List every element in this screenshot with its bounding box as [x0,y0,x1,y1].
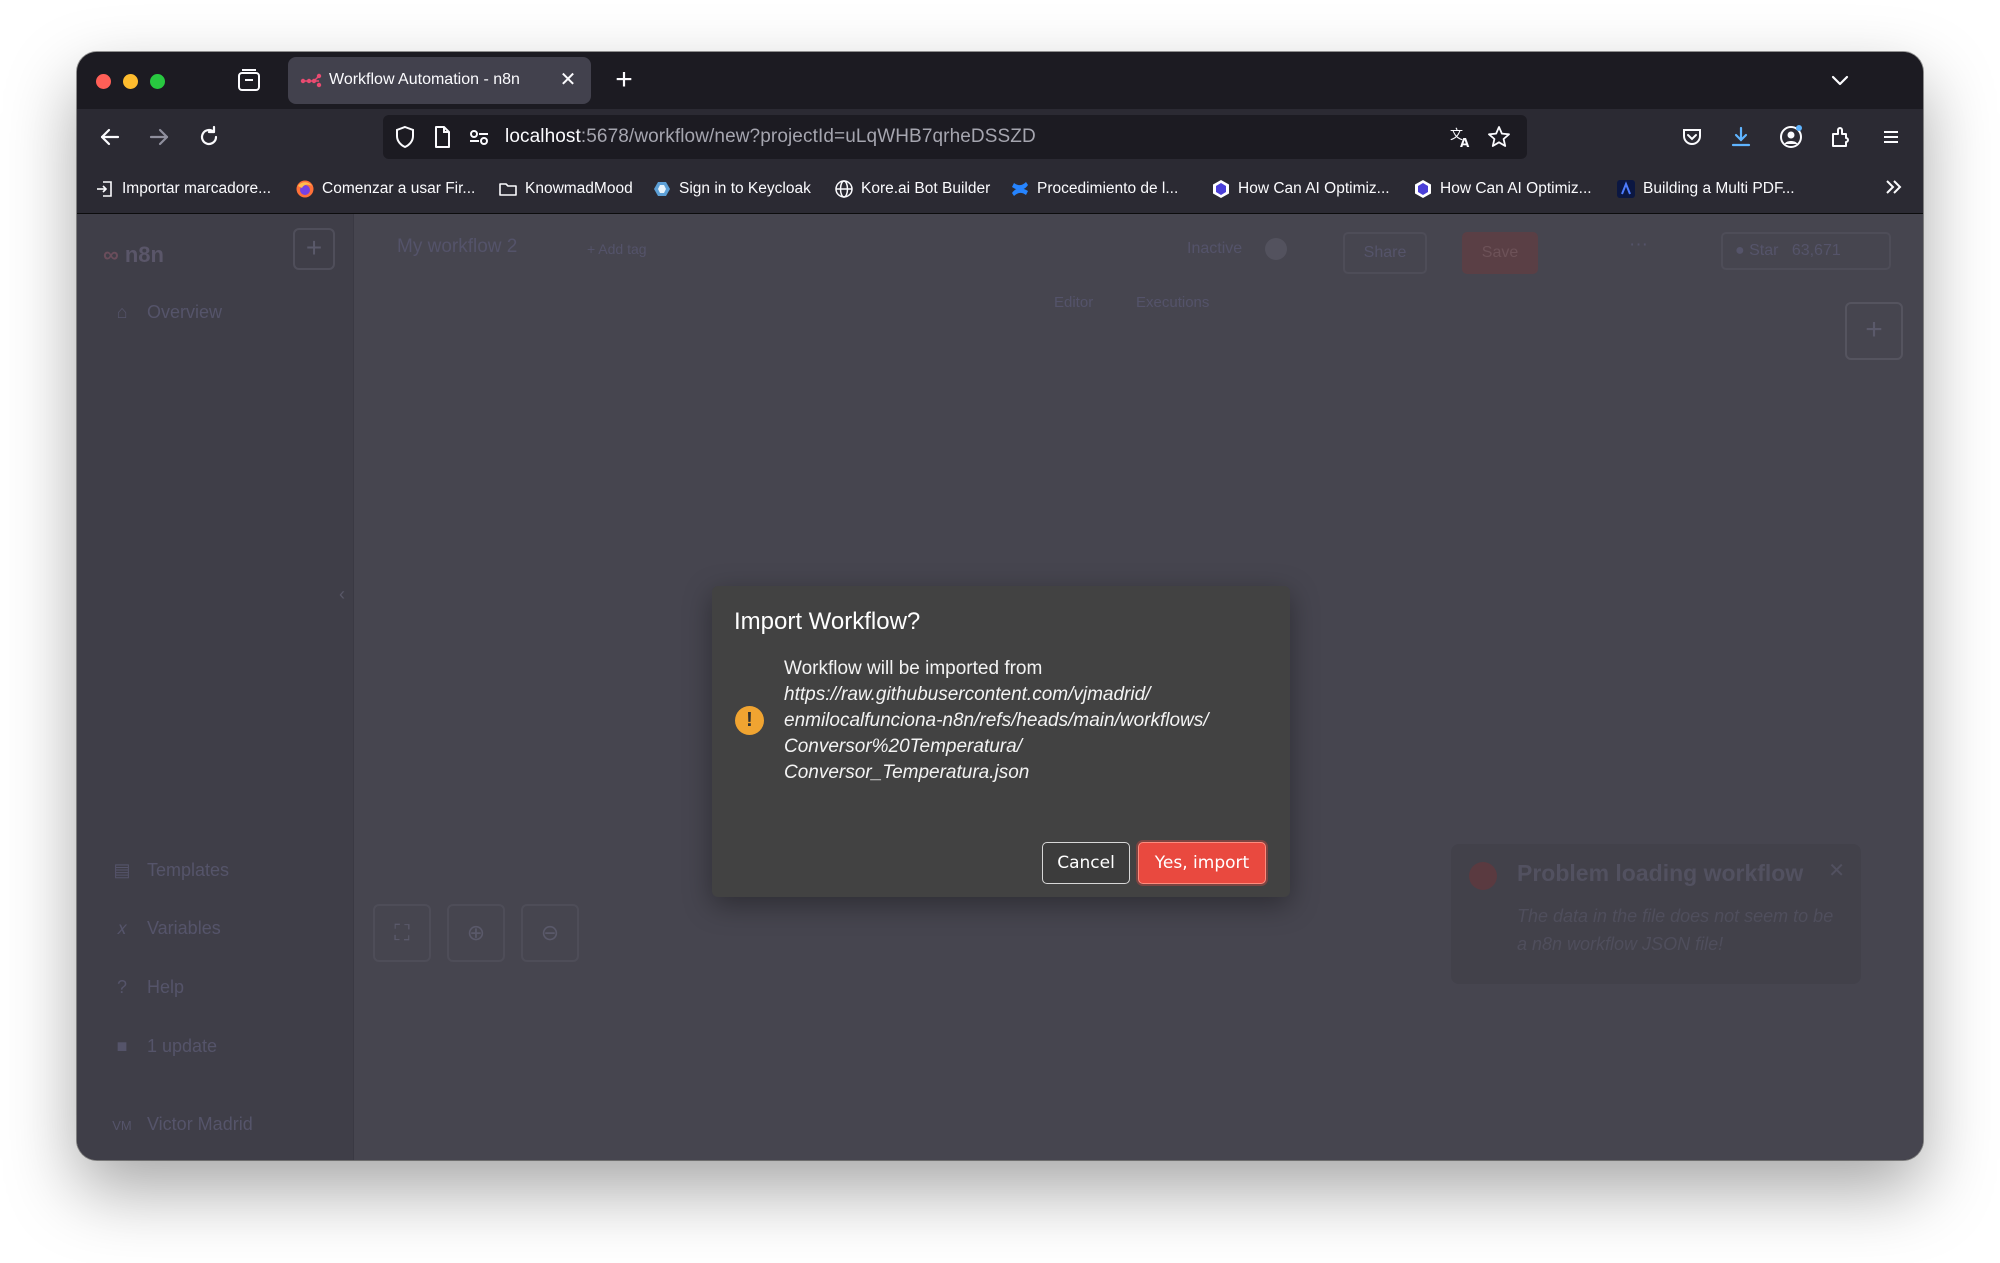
browser-window: Workflow Automation - n8n ✕ + localhost:… [77,52,1923,1160]
warning-icon: ! [735,706,764,735]
close-tab-icon[interactable]: ✕ [555,67,581,93]
dialog-intro: Workflow will be imported from [784,658,1043,679]
import-url-line: Conversor%20Temperatura/ [784,736,1022,757]
site-badge-icon [1413,179,1433,199]
bookmark-label: Sign in to Keycloak [679,180,811,197]
list-all-tabs-icon[interactable] [1825,66,1855,96]
new-tab-button[interactable]: + [607,64,641,98]
pocket-icon[interactable] [1676,121,1708,153]
import-url: https://raw.githubusercontent.com/vjmadr… [784,682,1274,786]
bookmark-label: Kore.ai Bot Builder [861,180,991,197]
firefox-icon [295,179,315,199]
bookmark-item[interactable]: KnowmadMood [498,178,633,200]
minimize-window-button[interactable] [123,74,138,89]
bookmark-item[interactable]: How Can AI Optimiz... [1211,178,1390,200]
extensions-icon[interactable] [1825,121,1857,153]
close-window-button[interactable] [96,74,111,89]
site-badge-icon [1211,179,1231,199]
navigation-toolbar: localhost:5678/workflow/new?projectId=uL… [77,109,1923,165]
import-url-line: enmilocalfunciona-n8n/refs/heads/main/wo… [784,710,1209,731]
tab-n8n[interactable]: Workflow Automation - n8n ✕ [288,57,591,104]
back-icon[interactable] [94,121,126,153]
url-text[interactable]: localhost:5678/workflow/new?projectId=uL… [505,126,1036,148]
folder-icon [498,179,518,199]
bookmark-label: Building a Multi PDF... [1643,180,1795,197]
menu-icon[interactable] [1875,121,1907,153]
import-workflow-dialog: Import Workflow? ! Workflow will be impo… [712,586,1290,897]
dialog-message: Workflow will be imported from https://r… [784,656,1274,786]
bookmark-label: KnowmadMood [525,180,633,197]
account-icon[interactable] [1775,121,1807,153]
bookmark-label: How Can AI Optimiz... [1440,180,1592,197]
bookmark-item[interactable]: Sign in to Keycloak [652,178,811,200]
permissions-icon[interactable] [467,125,491,149]
cancel-button[interactable]: Cancel [1042,842,1130,884]
keycloak-icon [652,179,672,199]
globe-icon [834,179,854,199]
page-icon[interactable] [430,125,454,149]
bookmark-label: Importar marcadore... [122,180,272,197]
zoom-window-button[interactable] [150,74,165,89]
bookmarks-toolbar: Importar marcadore... Comenzar a usar Fi… [77,165,1923,214]
bookmark-star-icon[interactable] [1487,125,1511,149]
import-url-line: https://raw.githubusercontent.com/vjmadr… [784,684,1151,705]
bookmark-item[interactable]: Kore.ai Bot Builder [834,178,990,200]
bookmark-item[interactable]: Importar marcadore... [95,178,271,200]
more-bookmarks-icon[interactable] [1883,176,1905,198]
shield-icon[interactable] [393,125,417,149]
bookmark-label: How Can AI Optimiz... [1238,180,1390,197]
svg-text:A: A [1460,136,1470,149]
translate-icon[interactable]: 文A [1449,125,1473,150]
address-bar[interactable]: localhost:5678/workflow/new?projectId=uL… [383,115,1527,159]
confirm-import-button[interactable]: Yes, import [1138,842,1266,884]
confluence-icon [1010,179,1030,199]
tab-strip: Workflow Automation - n8n ✕ + [77,52,1923,109]
tab-title: Workflow Automation - n8n [329,71,520,88]
site-logo-icon [1616,179,1636,199]
n8n-favicon-icon [300,71,322,89]
reload-icon[interactable] [193,121,225,153]
bookmark-item[interactable]: Building a Multi PDF... [1616,178,1795,200]
dialog-title: Import Workflow? [734,608,921,635]
downloads-icon[interactable] [1725,121,1757,153]
bookmark-item[interactable]: Procedimiento de l... [1010,178,1178,200]
forward-icon[interactable] [143,121,175,153]
import-url-line: Conversor_Temperatura.json [784,762,1030,783]
import-icon [95,179,115,199]
bookmark-label: Comenzar a usar Fir... [322,180,476,197]
bookmark-item[interactable]: How Can AI Optimiz... [1413,178,1592,200]
bookmark-item[interactable]: Comenzar a usar Fir... [295,178,475,200]
bookmark-label: Procedimiento de l... [1037,180,1179,197]
page-content: ∞ n8n + ⌂ Overview ▤ Templates 𝑥 Variables … [77,214,1923,1160]
tab-overview-icon[interactable] [235,68,263,94]
